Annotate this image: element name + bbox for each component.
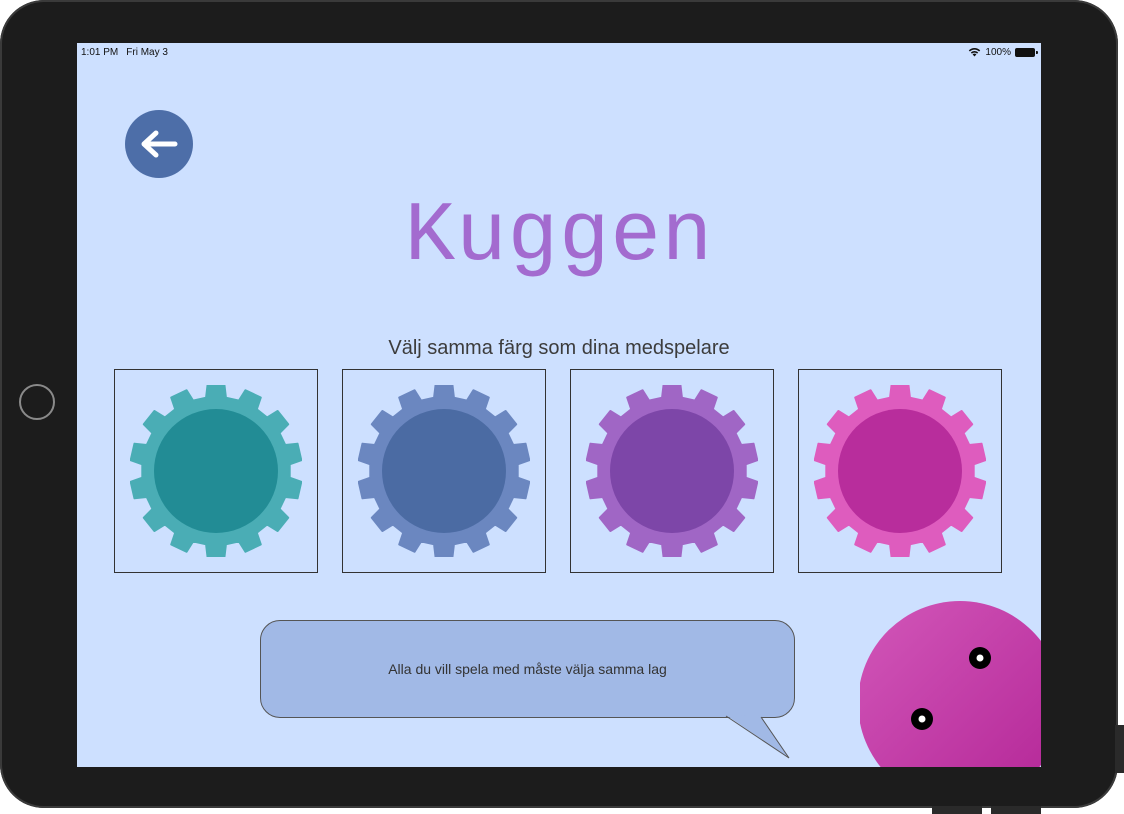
team-card-purple[interactable] [570, 369, 774, 573]
status-date: Fri May 3 [126, 46, 168, 58]
back-button[interactable] [125, 110, 193, 178]
gear-icon [814, 385, 986, 557]
speech-bubble: Alla du vill spela med måste välja samma… [260, 620, 795, 718]
tablet-frame: 1:01 PM Fri May 3 100% Kuggen Välj samma… [0, 0, 1124, 814]
gear-icon [358, 385, 530, 557]
mascot-creature [860, 601, 1041, 767]
arrow-left-icon [141, 130, 178, 158]
page-title: Kuggen [404, 190, 714, 285]
gear-center [838, 409, 962, 533]
speech-bubble-tail [725, 715, 790, 759]
status-time: 1:01 PM [81, 46, 119, 58]
home-button[interactable] [19, 384, 55, 420]
gear-center [610, 409, 734, 533]
gear-icon [130, 385, 302, 557]
team-card-teal[interactable] [114, 369, 318, 573]
gear-center [154, 409, 278, 533]
status-bar: 1:01 PM Fri May 3 100% [77, 43, 1041, 61]
gear-center [382, 409, 506, 533]
battery-icon [1015, 47, 1038, 57]
app-screen: 1:01 PM Fri May 3 100% Kuggen Välj samma… [77, 43, 1041, 767]
wifi-icon [969, 48, 981, 57]
gear-icon [586, 385, 758, 557]
volume-button [932, 806, 982, 814]
speech-bubble-text: Alla du vill spela med måste välja samma… [388, 661, 667, 677]
volume-button [991, 806, 1041, 814]
page-subtitle: Välj samma färg som dina medspelare [388, 337, 730, 359]
team-card-blue[interactable] [342, 369, 546, 573]
battery-percentage: 100% [985, 46, 1011, 58]
side-button [1115, 725, 1124, 773]
team-card-pink[interactable] [798, 369, 1002, 573]
